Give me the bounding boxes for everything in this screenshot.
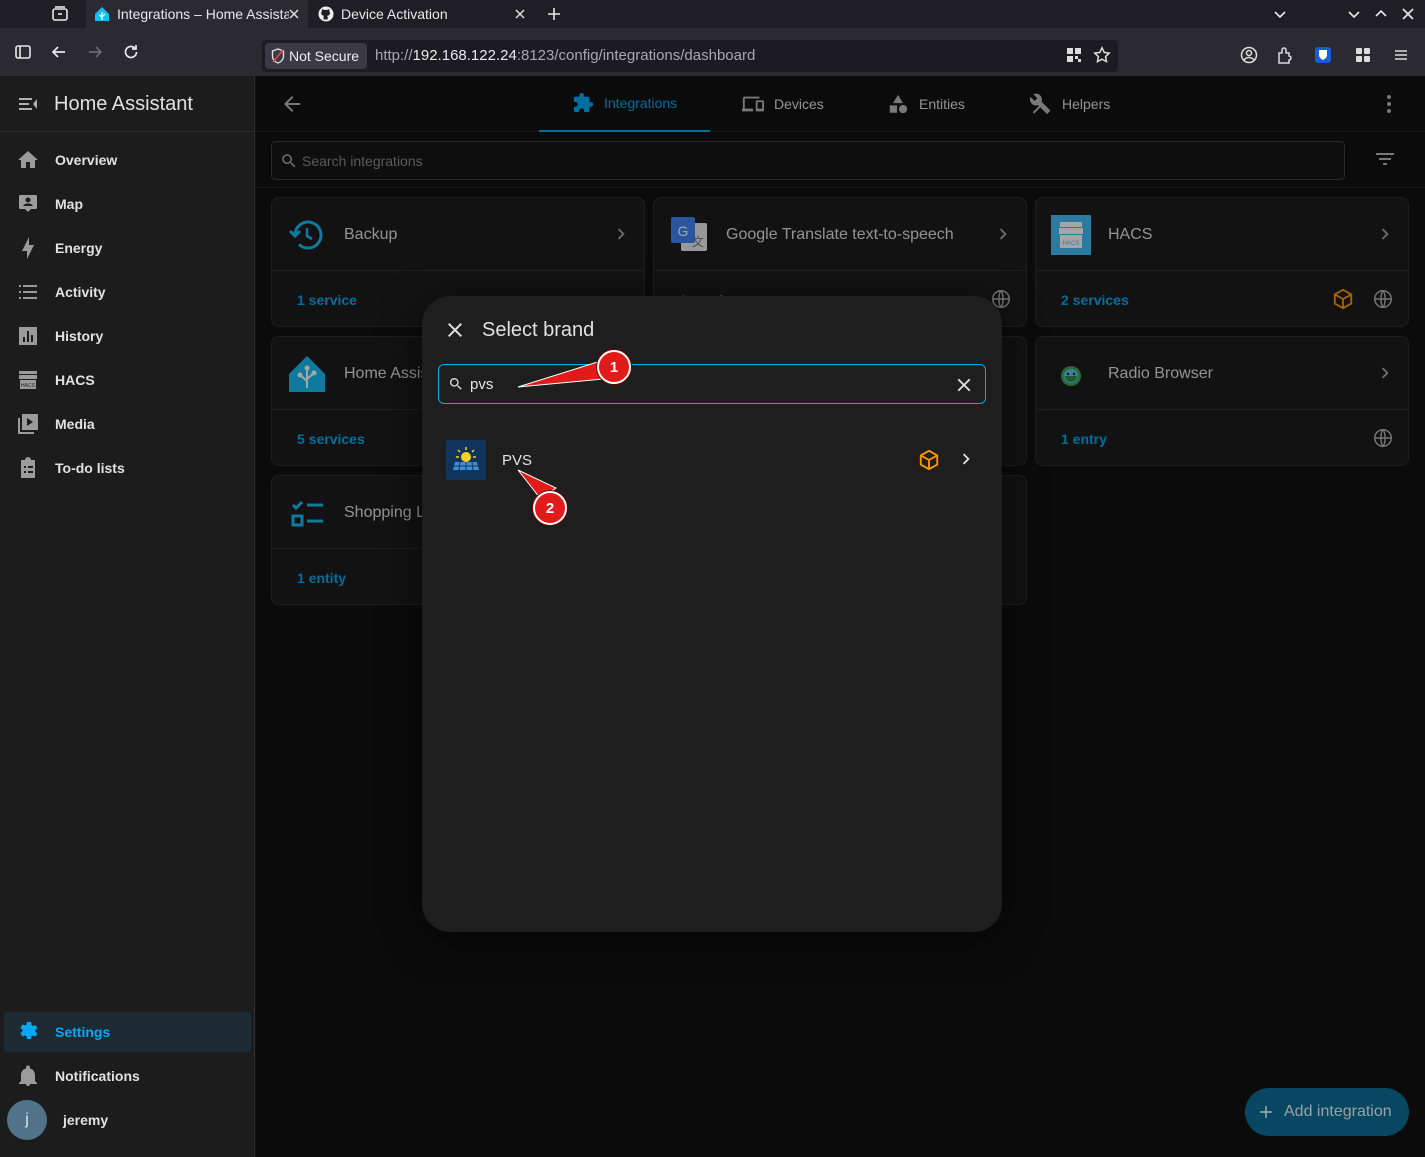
sidebar-item-label: Energy: [55, 240, 103, 256]
history-icon: [19, 327, 37, 345]
tab-title: Device Activation: [341, 6, 448, 22]
minimize-window-icon[interactable]: [1342, 2, 1366, 26]
avatar: j: [7, 1100, 47, 1140]
pvs-logo-icon: [446, 440, 486, 480]
tab-close-icon[interactable]: [512, 6, 528, 22]
sidebar-toggle-icon[interactable]: [11, 40, 35, 64]
sidebar-item-label: Map: [55, 196, 83, 212]
bitwarden-icon[interactable]: [1311, 43, 1335, 67]
tab-overview-icon[interactable]: [48, 2, 72, 26]
sidebar-item-settings[interactable]: Settings: [4, 1012, 251, 1052]
sidebar-item-label: Activity: [55, 284, 106, 300]
sidebar-title: Home Assistant: [54, 93, 193, 115]
map-icon: [19, 195, 37, 212]
media-icon: [18, 414, 38, 434]
reload-icon[interactable]: [119, 40, 143, 64]
sidebar-item-label: HACS: [55, 372, 95, 388]
brand-list-item-pvs[interactable]: PVS: [422, 436, 1002, 484]
github-favicon-icon: [318, 6, 334, 22]
not-secure-label: Not Secure: [289, 48, 360, 64]
not-secure-badge[interactable]: Not Secure: [265, 43, 368, 69]
insecure-shield-icon: [271, 48, 285, 64]
app-menu-icon[interactable]: [1389, 43, 1413, 67]
clear-icon[interactable]: [953, 374, 975, 396]
browser-tab-device-activation[interactable]: Device Activation: [312, 0, 534, 28]
account-icon[interactable]: [1237, 43, 1261, 67]
sidebar-item-notifications[interactable]: Notifications: [4, 1056, 251, 1096]
list-all-tabs-icon[interactable]: [1268, 2, 1292, 26]
brand-name: PVS: [502, 452, 533, 469]
user-name: jeremy: [63, 1112, 109, 1128]
chevron-right-icon[interactable]: [955, 448, 977, 470]
url-host: 192.168.122.24: [412, 47, 517, 64]
tab-close-icon[interactable]: [286, 6, 302, 22]
sidebar-item-history[interactable]: History: [4, 316, 251, 356]
extensions-icon[interactable]: [1273, 43, 1297, 67]
close-window-icon[interactable]: [1396, 2, 1420, 26]
svg-text:HACS: HACS: [21, 383, 36, 389]
annotation-marker-1: 1: [597, 350, 631, 384]
sidebar-item-label: Notifications: [55, 1068, 140, 1084]
sidebar: Home Assistant Overview Map Energy Activ…: [0, 76, 255, 1157]
home-assistant-favicon-icon: [95, 7, 109, 21]
close-icon[interactable]: [443, 318, 467, 342]
forward-icon[interactable]: [83, 40, 107, 64]
sidebar-item-label: History: [55, 328, 104, 344]
todo-icon: [21, 457, 35, 478]
energy-icon: [22, 237, 34, 259]
brand-search-input[interactable]: pvs: [438, 364, 986, 404]
new-tab-icon[interactable]: [542, 2, 566, 26]
sidebar-item-activity[interactable]: Activity: [4, 272, 251, 312]
menu-collapse-icon[interactable]: [16, 92, 40, 116]
maximize-window-icon[interactable]: [1369, 2, 1393, 26]
select-brand-dialog: Select brand pvs PVS: [422, 296, 1002, 932]
sidebar-item-label: To-do lists: [55, 460, 125, 476]
apps-grid-icon[interactable]: [1351, 43, 1375, 67]
url-path: :8123/config/integrations/dashboard: [516, 47, 756, 64]
bell-icon: [19, 1065, 37, 1086]
dialog-title: Select brand: [482, 319, 595, 341]
url-scheme: http://: [375, 47, 413, 64]
bookmark-star-icon[interactable]: [1090, 43, 1114, 67]
sidebar-item-overview[interactable]: Overview: [4, 140, 251, 180]
back-icon[interactable]: [47, 40, 71, 64]
sidebar-header: Home Assistant: [0, 76, 254, 132]
annotation-marker-2: 2: [533, 491, 567, 525]
browser-tab-bar: Integrations – Home Assistant Device Act…: [0, 0, 1425, 28]
sidebar-item-hacs[interactable]: HACS HACS: [4, 360, 251, 400]
custom-integration-icon: [919, 449, 939, 471]
sidebar-item-label: Media: [55, 416, 95, 432]
search-icon: [449, 378, 462, 390]
tab-title: Integrations – Home Assistant: [117, 6, 289, 22]
gear-icon: [20, 1022, 38, 1039]
qr-code-icon[interactable]: [1062, 43, 1086, 67]
sidebar-item-label: Settings: [55, 1024, 111, 1040]
url-text[interactable]: http://192.168.122.24:8123/config/integr…: [375, 47, 755, 64]
sidebar-item-media[interactable]: Media: [4, 404, 251, 444]
browser-tab-integrations[interactable]: Integrations – Home Assistant: [86, 0, 308, 28]
home-icon: [18, 151, 38, 168]
sidebar-item-map[interactable]: Map: [4, 184, 251, 224]
sidebar-user[interactable]: j jeremy: [4, 1100, 251, 1140]
sidebar-item-todo[interactable]: To-do lists: [4, 448, 251, 488]
activity-icon: [19, 285, 37, 299]
sidebar-item-energy[interactable]: Energy: [4, 228, 251, 268]
brand-search-value: pvs: [470, 376, 494, 393]
hacs-icon: HACS: [19, 371, 37, 389]
sidebar-item-label: Overview: [55, 152, 118, 168]
